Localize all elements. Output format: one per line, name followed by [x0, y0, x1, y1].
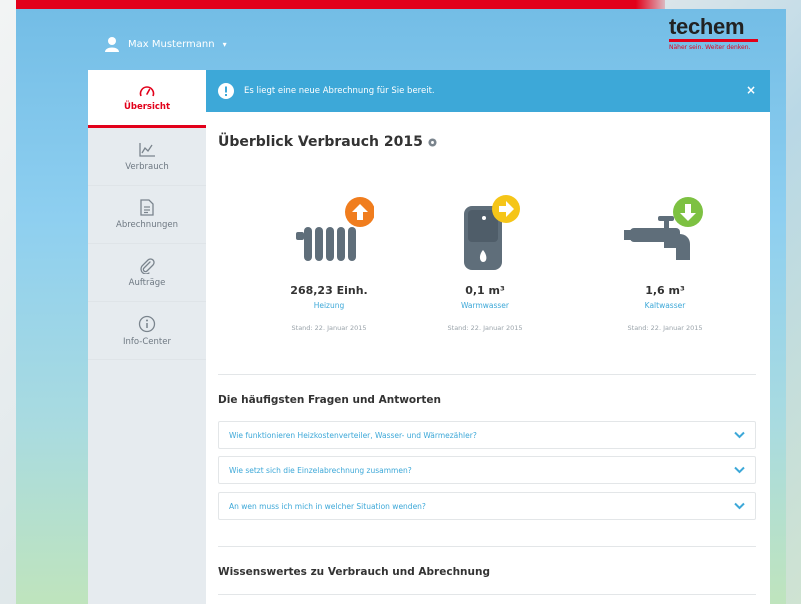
logo-tagline: Näher sein. Weiter denken. — [669, 44, 751, 51]
faq-question: An wen muss ich mich in welcher Situatio… — [229, 501, 426, 511]
help-icon[interactable] — [428, 137, 437, 147]
sidebar-item-label: Abrechnungen — [116, 220, 178, 230]
sidebar-item-verbrauch[interactable]: Verbrauch — [88, 128, 206, 186]
sidebar-item-label: Info-Center — [123, 336, 171, 347]
info-icon — [138, 315, 156, 333]
close-icon[interactable]: × — [746, 83, 756, 97]
metric-heizung[interactable]: 268,23 Einh. Heizung Stand: 22. Januar 2… — [254, 188, 404, 332]
notification-text: Es liegt eine neue Abrechnung für Sie be… — [244, 86, 435, 96]
logo-wordmark: techem — [669, 14, 745, 39]
chevron-down-icon — [734, 466, 745, 474]
chevron-down-icon — [734, 431, 745, 439]
main-panel: Es liegt eine neue Abrechnung für Sie be… — [206, 70, 770, 604]
chevron-down-icon: ▾ — [222, 39, 227, 49]
sidebar-item-auftraege[interactable]: Aufträge — [88, 244, 206, 302]
metric-kaltwasser[interactable]: 1,6 m³ Kaltwasser Stand: 22. Januar 2015 — [590, 188, 740, 332]
chart-line-icon — [138, 142, 156, 158]
faq-question: Wie setzt sich die Einzelabrechnung zusa… — [229, 465, 412, 475]
user-menu[interactable]: Max Mustermann ▾ — [104, 36, 227, 52]
radiator-icon — [254, 188, 404, 274]
faq-title: Die häufigsten Fragen und Antworten — [218, 394, 441, 406]
brand-top-bar — [16, 0, 606, 9]
user-name: Max Mustermann — [128, 38, 215, 50]
metric-label[interactable]: Heizung — [254, 301, 404, 310]
document-icon — [140, 199, 154, 216]
metric-label[interactable]: Kaltwasser — [590, 301, 740, 310]
faq-item[interactable]: Wie funktionieren Heizkostenverteiler, W… — [218, 421, 756, 449]
paperclip-icon — [139, 257, 155, 274]
faq-item[interactable]: Wie setzt sich die Einzelabrechnung zusa… — [218, 456, 756, 484]
techem-logo: techem Näher sein. Weiter denken. — [669, 16, 761, 60]
metric-date: Stand: 22. Januar 2015 — [627, 324, 703, 332]
faq-item[interactable]: An wen muss ich mich in welcher Situatio… — [218, 492, 756, 520]
section-divider — [218, 546, 756, 547]
info-title: Wissenswertes zu Verbrauch und Abrechnun… — [218, 566, 490, 578]
metric-value: 268,23 Einh. — [290, 284, 368, 297]
faq-question: Wie funktionieren Heizkostenverteiler, W… — [229, 430, 477, 440]
section-divider — [218, 374, 756, 375]
logo-underline — [669, 39, 758, 42]
sidebar-item-info-center[interactable]: Info-Center — [88, 302, 206, 360]
sidebar-item-uebersicht[interactable]: Übersicht — [88, 70, 206, 128]
section-divider — [218, 594, 756, 595]
brand-top-bar-fade — [600, 0, 665, 9]
metric-label[interactable]: Warmwasser — [410, 301, 560, 310]
metric-value: 0,1 m³ — [465, 284, 505, 297]
notification-banner: Es liegt eine neue Abrechnung für Sie be… — [206, 70, 770, 112]
sidebar-item-label: Aufträge — [128, 277, 166, 288]
sidebar-item-label: Verbrauch — [125, 161, 169, 172]
chevron-down-icon — [734, 502, 745, 510]
page-title: Überblick Verbrauch 2015 — [218, 134, 437, 150]
faucet-icon — [590, 188, 740, 274]
metric-date: Stand: 22. Januar 2015 — [447, 324, 523, 332]
metric-value: 1,6 m³ — [645, 284, 685, 297]
sidebar-item-abrechnungen[interactable]: Abrechnungen — [88, 186, 206, 244]
metric-warmwasser[interactable]: 0,1 m³ Warmwasser Stand: 22. Januar 2015 — [410, 188, 560, 332]
user-icon — [105, 37, 119, 52]
alert-icon — [218, 83, 234, 99]
sidebar: Übersicht Verbrauch Abrechnungen Aufträg… — [88, 70, 206, 604]
sidebar-item-label: Übersicht — [123, 101, 171, 112]
gauge-icon — [139, 84, 155, 98]
page-title-text: Überblick Verbrauch 2015 — [218, 134, 423, 150]
metric-date: Stand: 22. Januar 2015 — [291, 324, 367, 332]
water-heater-icon — [410, 188, 560, 274]
